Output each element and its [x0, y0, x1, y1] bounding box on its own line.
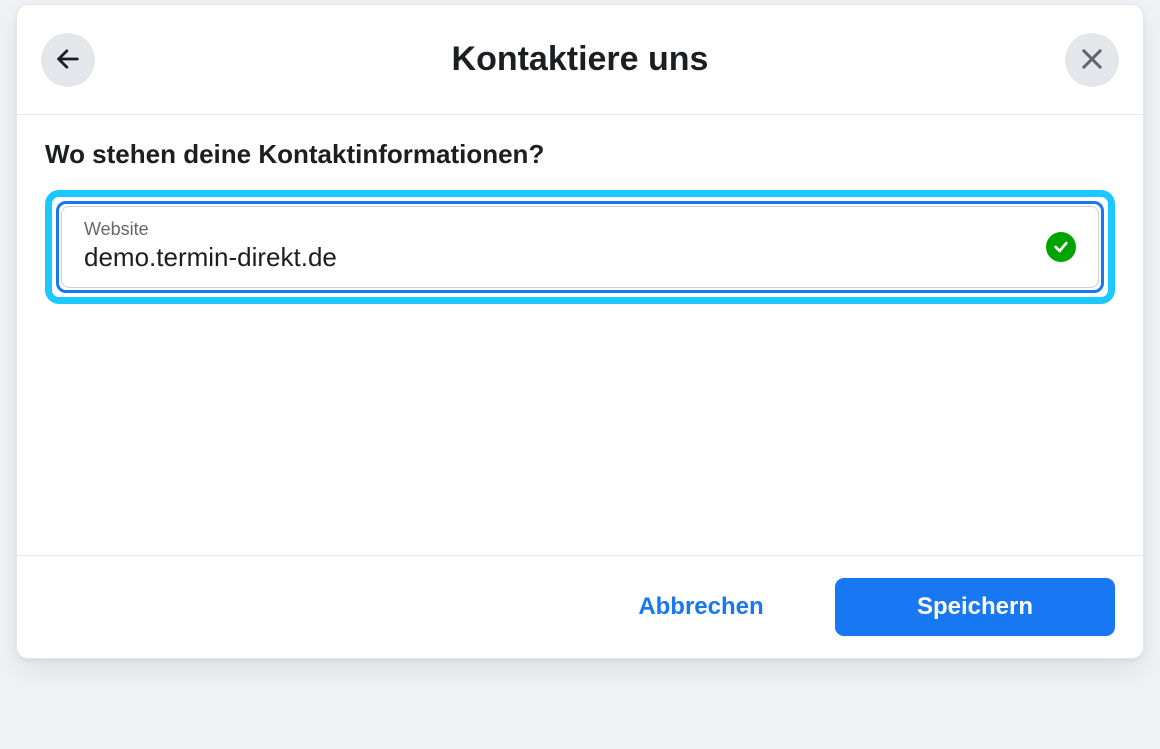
website-field-wrap[interactable]: Website: [61, 206, 1099, 288]
dialog-title: Kontaktiere uns: [452, 40, 709, 79]
back-button[interactable]: [41, 33, 95, 87]
close-button[interactable]: [1065, 33, 1119, 87]
field-focus-ring: Website: [56, 201, 1104, 293]
dialog-header: Kontaktiere uns: [17, 5, 1143, 115]
save-button[interactable]: Speichern: [835, 578, 1115, 636]
dialog-body: Wo stehen deine Kontaktinformationen? We…: [17, 115, 1143, 555]
website-input[interactable]: [84, 242, 1018, 273]
website-field-label: Website: [84, 219, 1018, 240]
close-icon: [1078, 45, 1106, 76]
checkmark-icon: [1046, 232, 1076, 262]
dialog-footer: Abbrechen Speichern: [17, 555, 1143, 658]
section-label: Wo stehen deine Kontaktinformationen?: [45, 139, 1115, 170]
contact-dialog: Kontaktiere uns Wo stehen deine Kontakti…: [16, 4, 1144, 659]
cancel-button[interactable]: Abbrechen: [581, 578, 821, 636]
arrow-left-icon: [54, 45, 82, 76]
field-highlight: Website: [45, 190, 1115, 304]
